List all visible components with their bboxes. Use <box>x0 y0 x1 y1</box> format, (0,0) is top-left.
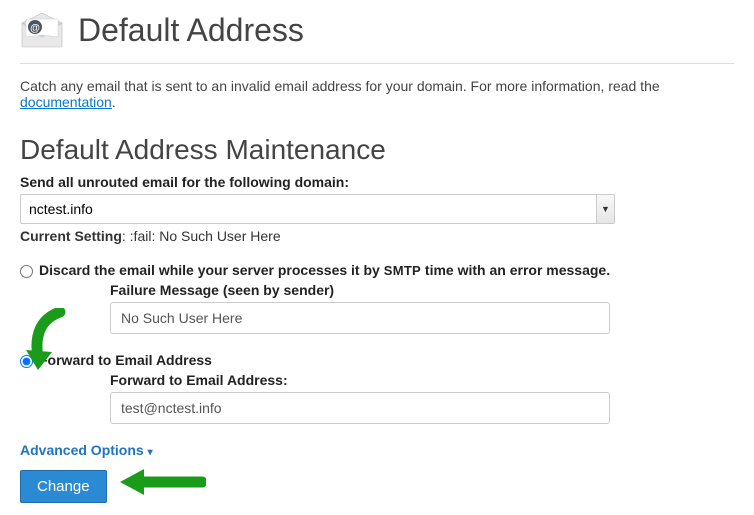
annotation-arrow-2 <box>116 462 206 502</box>
discard-label[interactable]: Discard the email while your server proc… <box>39 262 610 278</box>
forward-email-input[interactable] <box>110 392 610 424</box>
change-button[interactable]: Change <box>20 470 107 503</box>
option-discard-row: Discard the email while your server proc… <box>20 262 734 278</box>
page-title: Default Address <box>78 12 304 49</box>
current-setting: Current Setting: :fail: No Such User Her… <box>20 228 734 244</box>
documentation-link[interactable]: documentation <box>20 94 112 110</box>
option-forward-row: Forward to Email Address <box>20 352 734 368</box>
domain-select-wrap: nctest.info ▼ <box>20 194 615 224</box>
domain-select[interactable]: nctest.info <box>20 194 615 224</box>
discard-label-before: Discard the email while your server proc… <box>39 262 384 278</box>
intro-text: Catch any email that is sent to an inval… <box>20 78 734 110</box>
page-header: @ Default Address <box>20 12 734 64</box>
caret-down-icon: ▾ <box>148 447 153 458</box>
current-setting-value: : :fail: No Such User Here <box>122 228 281 244</box>
domain-label: Send all unrouted email for the followin… <box>20 174 734 190</box>
forward-radio[interactable] <box>20 355 33 368</box>
advanced-options-toggle[interactable]: Advanced Options ▾ <box>20 442 153 458</box>
discard-label-after: time with an error message. <box>421 262 610 278</box>
svg-text:@: @ <box>30 23 40 34</box>
advanced-label: Advanced Options <box>20 442 144 458</box>
failure-block: Failure Message (seen by sender) <box>110 282 734 334</box>
current-setting-label: Current Setting <box>20 228 122 244</box>
default-address-icon: @ <box>20 13 64 49</box>
forward-label[interactable]: Forward to Email Address <box>39 352 212 368</box>
intro-after: . <box>112 94 116 110</box>
failure-message-input[interactable] <box>110 302 610 334</box>
forward-block: Forward to Email Address: <box>110 372 734 424</box>
smtp-text: SMTP <box>384 263 421 278</box>
section-title: Default Address Maintenance <box>20 134 734 166</box>
intro-before: Catch any email that is sent to an inval… <box>20 78 660 94</box>
discard-radio[interactable] <box>20 265 33 278</box>
failure-label: Failure Message (seen by sender) <box>110 282 734 298</box>
forward-sub-label: Forward to Email Address: <box>110 372 734 388</box>
